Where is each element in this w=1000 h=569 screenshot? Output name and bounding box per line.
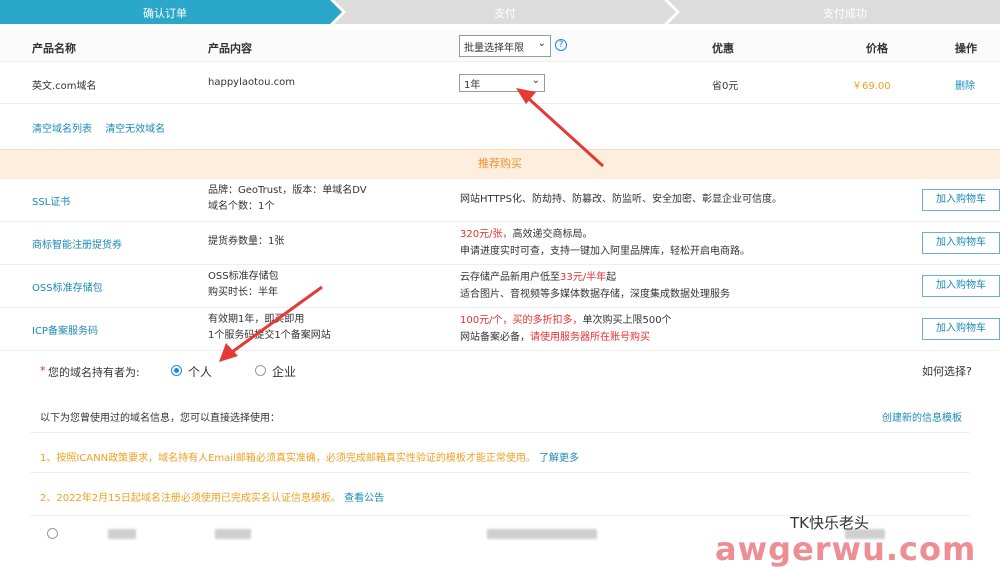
order-price: ￥69.00 [852, 81, 891, 92]
product-desc-highlight: 320元/张， [460, 229, 513, 240]
product-row-icp: ICP备案服务码 有效期1年，即买即用 1个服务码提交1个备案网站 100元/个… [0, 308, 1000, 351]
product-desc-tail: 起 [606, 272, 617, 283]
radio-company[interactable] [255, 365, 266, 376]
clear-links: 清空域名列表 清空无效域名 [32, 120, 175, 135]
product-desc-line2: 适合图片、音视频等多媒体数据存储，深度集成数据处理服务 [460, 289, 730, 300]
col-product-content: 产品内容 [208, 42, 252, 55]
product-desc: 100元/个，买的多折扣多，单次购买上限500个 网站备案必备，请使用服务器所在… [460, 312, 672, 346]
product-desc-line1: 320元/张，高效递交商标局。 [460, 226, 750, 243]
product-spec: OSS标准存储包 购买时长：半年 [208, 269, 279, 301]
step-pay: 支付 [494, 7, 516, 20]
product-spec-line1: 提货券数量：1张 [208, 236, 285, 247]
product-name[interactable]: 商标智能注册提货券 [32, 236, 122, 251]
product-name[interactable]: ICP备案服务码 [32, 322, 98, 337]
col-price: 价格 [866, 42, 888, 55]
product-desc-line1: 网站HTTPS化、防劫持、防篡改、防监听、安全加密、彰显企业可信度。 [460, 194, 782, 205]
years-select[interactable]: 1年 ⌄ [459, 74, 545, 92]
recommend-title: 推荐购买 [478, 157, 522, 170]
product-spec: 品牌：GeoTrust，版本：单域名DV 域名个数：1个 [208, 183, 367, 215]
product-spec-line2: 1个服务码提交1个备案网站 [208, 330, 331, 341]
add-to-cart-button[interactable]: 加入购物车 [922, 189, 1000, 211]
notice-2-text: 2、2022年2月15日起域名注册必须使用已完成实名认证信息模板。 [40, 493, 341, 504]
delete-link[interactable]: 删除 [955, 77, 975, 92]
product-desc-text: 网站备案必备， [460, 332, 530, 343]
order-domain: happylaotou.com [208, 77, 296, 88]
chevron-down-icon: ⌄ [537, 38, 546, 49]
radio-company-label[interactable]: 企业 [272, 363, 296, 380]
product-spec-line1: OSS标准存储包 [208, 271, 279, 282]
step-confirm-order: 确认订单 [143, 7, 187, 20]
product-desc: 网站HTTPS化、防劫持、防篡改、防监听、安全加密、彰显企业可信度。 [460, 191, 782, 208]
domain-owner-row: * 您的域名持有者为: 个人 企业 如何选择? [0, 360, 1000, 384]
order-discount: 省0元 [712, 81, 739, 92]
notice-1-text: 1、按照ICANN政策要求，域名持有人Email邮箱必须真实准确，必须完成邮箱真… [40, 453, 536, 464]
col-product-name: 产品名称 [32, 42, 76, 55]
radio-personal-label[interactable]: 个人 [188, 363, 212, 380]
view-announcement-link[interactable]: 查看公告 [344, 493, 384, 504]
chevron-down-icon: ⌄ [531, 75, 540, 86]
order-table-header: 产品名称 产品内容 批量选择年限 ⌄ ? 优惠 价格 操作 [0, 30, 1000, 62]
step-pay-success: 支付成功 [823, 7, 867, 20]
recommend-bar: 推荐购买 [0, 149, 1000, 179]
notice-2: 2、2022年2月15日起域名注册必须使用已完成实名认证信息模板。 查看公告 [40, 489, 384, 504]
product-desc-highlight: 100元/个，买的多折扣多， [460, 315, 583, 326]
help-icon[interactable]: ? [555, 39, 567, 51]
product-desc-text: 单次购买上限500个 [582, 315, 672, 326]
required-star: * [40, 364, 46, 377]
years-select-value: 1年 [464, 80, 481, 91]
divider [30, 472, 970, 473]
product-spec: 有效期1年，即买即用 1个服务码提交1个备案网站 [208, 312, 331, 344]
product-desc-text: 高效递交商标局。 [512, 229, 593, 240]
product-desc-line2: 申请进度实时可查，支持一键加入阿里品牌库，轻松开启电商路。 [460, 246, 750, 257]
template-radio[interactable] [47, 528, 58, 539]
product-row-ssl: SSL证书 品牌：GeoTrust，版本：单域名DV 域名个数：1个 网站HTT… [0, 179, 1000, 222]
product-desc-text: 云存储产品新用户低至 [460, 272, 560, 283]
divider [30, 432, 970, 433]
col-discount: 优惠 [712, 42, 734, 55]
product-name[interactable]: OSS标准存储包 [32, 279, 103, 294]
blurred-field [215, 529, 251, 539]
how-to-choose-link[interactable]: 如何选择? [922, 363, 972, 379]
notice-1: 1、按照ICANN政策要求，域名持有人Email邮箱必须真实准确，必须完成邮箱真… [40, 449, 579, 464]
product-desc-line1: 云存储产品新用户低至33元/半年起 [460, 269, 730, 286]
clear-domain-list-link[interactable]: 清空域名列表 [32, 124, 92, 135]
order-row: 英文.com域名 happylaotou.com 1年 ⌄ 省0元 ￥69.00… [0, 62, 1000, 104]
learn-more-link[interactable]: 了解更多 [539, 453, 579, 464]
clear-invalid-domains-link[interactable]: 清空无效域名 [105, 124, 165, 135]
product-row-trademark: 商标智能注册提货券 提货券数量：1张 320元/张，高效递交商标局。 申请进度实… [0, 222, 1000, 265]
progress-steps: 确认订单 支付 支付成功 [0, 0, 1000, 24]
watermark-bottom: awgerwu.com [715, 530, 977, 568]
product-spec-line2: 域名个数：1个 [208, 201, 275, 212]
product-desc-highlight: 33元/半年 [560, 272, 607, 283]
product-spec-line1: 有效期1年，即买即用 [208, 314, 305, 325]
product-spec-line1: 品牌：GeoTrust，版本：单域名DV [208, 185, 367, 196]
blurred-field [487, 529, 597, 539]
bulk-years-select-label: 批量选择年限 [464, 43, 524, 54]
add-to-cart-button[interactable]: 加入购物车 [922, 275, 1000, 297]
col-action: 操作 [955, 42, 977, 55]
product-name[interactable]: SSL证书 [32, 193, 70, 208]
add-to-cart-button[interactable]: 加入购物车 [922, 318, 1000, 340]
blurred-field [108, 529, 136, 539]
product-row-oss: OSS标准存储包 OSS标准存储包 购买时长：半年 云存储产品新用户低至33元/… [0, 265, 1000, 308]
used-info-text: 以下为您曾使用过的域名信息，您可以直接选择使用： [40, 413, 280, 424]
order-product-name: 英文.com域名 [32, 81, 97, 92]
product-desc: 320元/张，高效递交商标局。 申请进度实时可查，支持一键加入阿里品牌库，轻松开… [460, 226, 750, 260]
add-to-cart-button[interactable]: 加入购物车 [922, 232, 1000, 254]
product-desc-line2: 网站备案必备，请使用服务器所在账号购买 [460, 329, 672, 346]
bulk-years-select[interactable]: 批量选择年限 ⌄ [459, 35, 551, 57]
product-spec: 提货券数量：1张 [208, 234, 284, 250]
product-spec-line2: 购买时长：半年 [208, 287, 278, 298]
owner-label: 您的域名持有者为: [48, 366, 140, 379]
product-desc-line1: 100元/个，买的多折扣多，单次购买上限500个 [460, 312, 672, 329]
radio-personal[interactable] [171, 365, 182, 376]
product-desc: 云存储产品新用户低至33元/半年起 适合图片、音视频等多媒体数据存储，深度集成数… [460, 269, 730, 303]
product-desc-highlight: 请使用服务器所在账号购买 [530, 332, 650, 343]
create-template-link[interactable]: 创建新的信息模板 [882, 409, 962, 424]
